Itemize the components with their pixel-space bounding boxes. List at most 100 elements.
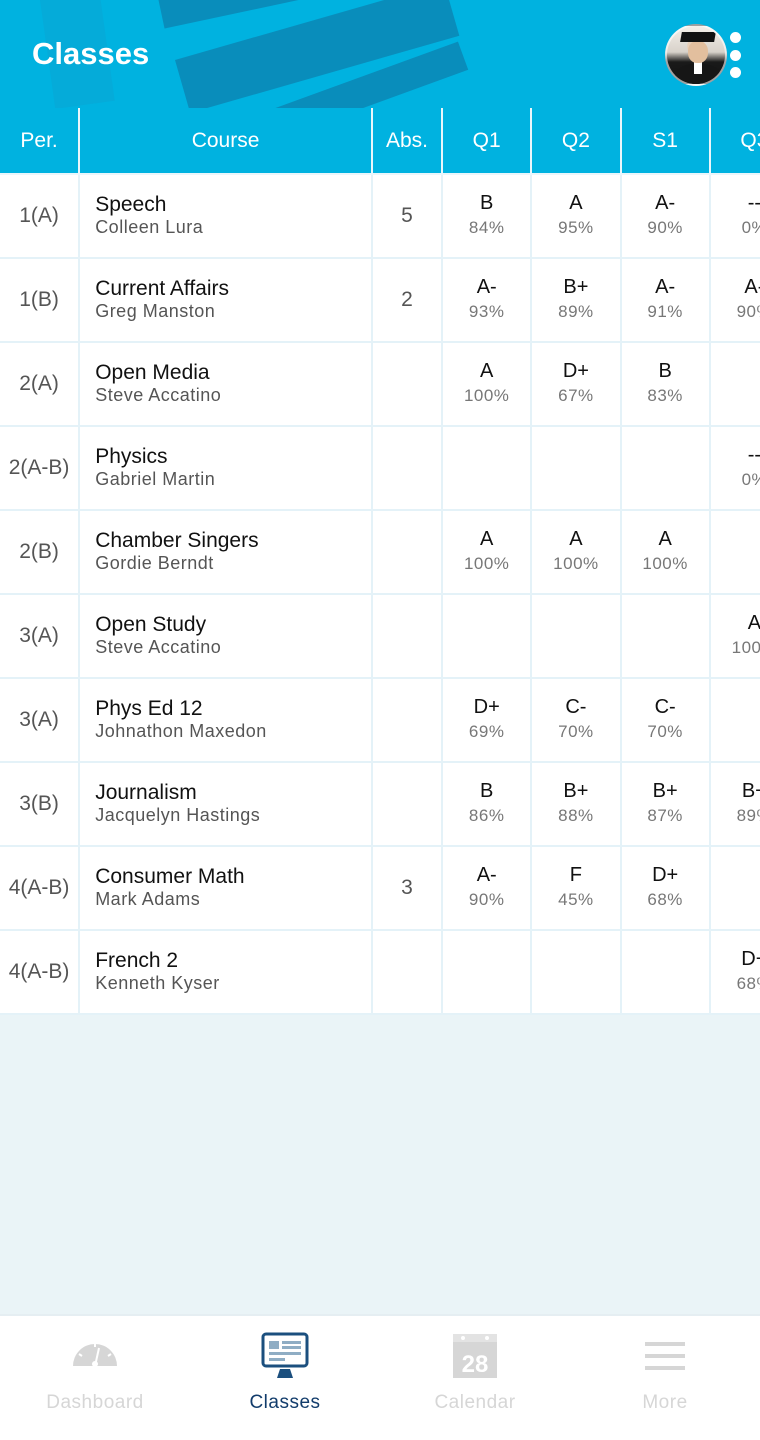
course-cell[interactable]: Open Study Steve Accatino bbox=[79, 594, 373, 679]
avatar-face bbox=[688, 41, 708, 63]
absences-cell: 5 bbox=[371, 174, 444, 259]
course-cell[interactable]: Chamber Singers Gordie Berndt bbox=[79, 510, 373, 595]
grade-cell-q3[interactable] bbox=[709, 342, 760, 427]
grade-cell-q3[interactable] bbox=[709, 510, 760, 595]
grade-cell-s1[interactable]: B+ 87% bbox=[620, 762, 711, 847]
table-row[interactable]: 3(B) Journalism Jacquelyn Hastings B 86%… bbox=[0, 762, 760, 847]
grade-cell-q2[interactable]: D+ 67% bbox=[531, 342, 622, 427]
grade-cell-s1[interactable]: A 100% bbox=[620, 510, 711, 595]
letter-grade: A bbox=[747, 612, 760, 634]
period-cell: 3(B) bbox=[0, 762, 81, 847]
column-header-absences[interactable]: Abs. bbox=[371, 108, 444, 175]
grade-cell-s1[interactable]: A- 91% bbox=[620, 258, 711, 343]
course-cell[interactable]: Open Media Steve Accatino bbox=[79, 342, 373, 427]
grade-cell-s1[interactable] bbox=[620, 594, 711, 679]
course-cell[interactable]: Journalism Jacquelyn Hastings bbox=[79, 762, 373, 847]
period-cell: 1(A) bbox=[0, 174, 81, 259]
table-row[interactable]: 1(A) Speech Colleen Lura 5 B 84% A 95% A… bbox=[0, 174, 760, 259]
grade-cell-q2[interactable]: C- 70% bbox=[531, 678, 622, 763]
letter-grade: B+ bbox=[652, 780, 678, 802]
grade-cell-s1[interactable]: C- 70% bbox=[620, 678, 711, 763]
letter-grade: A bbox=[480, 360, 494, 382]
nav-label: More bbox=[642, 1392, 688, 1413]
grade-cell-s1[interactable]: A- 90% bbox=[620, 174, 711, 259]
grade-cell-q3[interactable]: -- 0% bbox=[709, 174, 760, 259]
grade-cell-q2[interactable]: A 100% bbox=[531, 510, 622, 595]
grade-cell-q1[interactable]: A- 90% bbox=[442, 846, 533, 931]
table-row[interactable]: 3(A) Open Study Steve Accatino A 100 bbox=[0, 594, 760, 679]
course-cell[interactable]: Current Affairs Greg Manston bbox=[79, 258, 373, 343]
nav-more[interactable]: More bbox=[570, 1316, 760, 1440]
table-row[interactable]: 2(A) Open Media Steve Accatino A 100% D+… bbox=[0, 342, 760, 427]
period-cell: 3(A) bbox=[0, 594, 81, 679]
column-header-course[interactable]: Course bbox=[79, 108, 373, 175]
course-cell[interactable]: Speech Colleen Lura bbox=[79, 174, 373, 259]
table-row[interactable]: 3(A) Phys Ed 12 Johnathon Maxedon D+ 69%… bbox=[0, 678, 760, 763]
grade-cell-s1[interactable]: B 83% bbox=[620, 342, 711, 427]
period-cell: 1(B) bbox=[0, 258, 81, 343]
percent-grade: 89% bbox=[736, 806, 760, 825]
table-row[interactable]: 4(A-B) French 2 Kenneth Kyser D 68 bbox=[0, 930, 760, 1015]
teacher-name: Jacquelyn Hastings bbox=[95, 805, 261, 825]
grade-cell-q1[interactable] bbox=[442, 594, 533, 679]
grade-cell-q1[interactable] bbox=[442, 930, 533, 1015]
nav-classes[interactable]: Classes bbox=[190, 1316, 380, 1440]
course-cell[interactable]: French 2 Kenneth Kyser bbox=[79, 930, 373, 1015]
table-row[interactable]: 1(B) Current Affairs Greg Manston 2 A- 9… bbox=[0, 258, 760, 343]
grade-cell-q3[interactable] bbox=[709, 846, 760, 931]
grade-cell-q3[interactable]: D+ 68% bbox=[709, 930, 760, 1015]
grade-cell-q2[interactable] bbox=[531, 594, 622, 679]
column-header-q3[interactable]: Q3 bbox=[709, 108, 760, 175]
grade-cell-q3[interactable]: A 100% bbox=[709, 594, 760, 679]
table-row[interactable]: 2(B) Chamber Singers Gordie Berndt A 100… bbox=[0, 510, 760, 595]
course-cell[interactable]: Phys Ed 12 Johnathon Maxedon bbox=[79, 678, 373, 763]
grade-cell-q2[interactable]: A 95% bbox=[531, 174, 622, 259]
percent-grade: 88% bbox=[558, 806, 594, 825]
letter-grade: A bbox=[569, 528, 583, 550]
grade-cell-q1[interactable]: A 100% bbox=[442, 342, 533, 427]
percent-grade: 0% bbox=[741, 470, 760, 489]
percent-grade: 68% bbox=[736, 974, 760, 993]
table-row[interactable]: 2(A-B) Physics Gabriel Martin -- 0 bbox=[0, 426, 760, 511]
grade-cell-q2[interactable] bbox=[531, 930, 622, 1015]
grade-cell-q3[interactable] bbox=[709, 678, 760, 763]
column-header-period[interactable]: Per. bbox=[0, 108, 81, 175]
column-header-q1[interactable]: Q1 bbox=[442, 108, 533, 175]
course-cell[interactable]: Consumer Math Mark Adams bbox=[79, 846, 373, 931]
course-cell[interactable]: Physics Gabriel Martin bbox=[79, 426, 373, 511]
grade-cell-s1[interactable] bbox=[620, 930, 711, 1015]
grade-cell-q2[interactable]: F 45% bbox=[531, 846, 622, 931]
page-title: Classes bbox=[32, 36, 150, 71]
letter-grade: B+ bbox=[563, 276, 589, 298]
grade-cell-q2[interactable]: B+ 89% bbox=[531, 258, 622, 343]
hamburger-menu-icon bbox=[641, 1332, 689, 1380]
grade-cell-s1[interactable] bbox=[620, 426, 711, 511]
percent-grade: 91% bbox=[647, 302, 683, 321]
grade-cell-q1[interactable]: B 86% bbox=[442, 762, 533, 847]
percent-grade: 100% bbox=[463, 554, 510, 573]
grade-cell-q1[interactable]: B 84% bbox=[442, 174, 533, 259]
grade-cell-q3[interactable]: A- 90% bbox=[709, 258, 760, 343]
nav-calendar[interactable]: 28 Calendar bbox=[380, 1316, 570, 1440]
table-row[interactable]: 4(A-B) Consumer Math Mark Adams 3 A- 90%… bbox=[0, 846, 760, 931]
grade-cell-s1[interactable]: D+ 68% bbox=[620, 846, 711, 931]
grade-cell-q1[interactable]: A 100% bbox=[442, 510, 533, 595]
grade-cell-q1[interactable]: A- 93% bbox=[442, 258, 533, 343]
more-vert-icon[interactable] bbox=[726, 32, 744, 78]
grade-cell-q2[interactable] bbox=[531, 426, 622, 511]
teacher-name: Colleen Lura bbox=[95, 217, 204, 237]
avatar[interactable] bbox=[665, 24, 727, 86]
grade-cell-q3[interactable]: -- 0% bbox=[709, 426, 760, 511]
classes-table-container[interactable]: Per. Course Abs. Q1 Q2 S1 Q3 1(A) Speech… bbox=[0, 108, 760, 1016]
column-header-s1[interactable]: S1 bbox=[620, 108, 711, 175]
grade-cell-q1[interactable]: D+ 69% bbox=[442, 678, 533, 763]
grade-cell-q3[interactable]: B+ 89% bbox=[709, 762, 760, 847]
grade-cell-q2[interactable]: B+ 88% bbox=[531, 762, 622, 847]
letter-grade: D+ bbox=[473, 696, 500, 718]
absences-cell bbox=[371, 762, 444, 847]
graduation-cap-icon bbox=[680, 32, 716, 42]
grade-cell-q1[interactable] bbox=[442, 426, 533, 511]
column-header-q2[interactable]: Q2 bbox=[531, 108, 622, 175]
nav-dashboard[interactable]: Dashboard bbox=[0, 1316, 190, 1440]
absences-cell: 2 bbox=[371, 258, 444, 343]
